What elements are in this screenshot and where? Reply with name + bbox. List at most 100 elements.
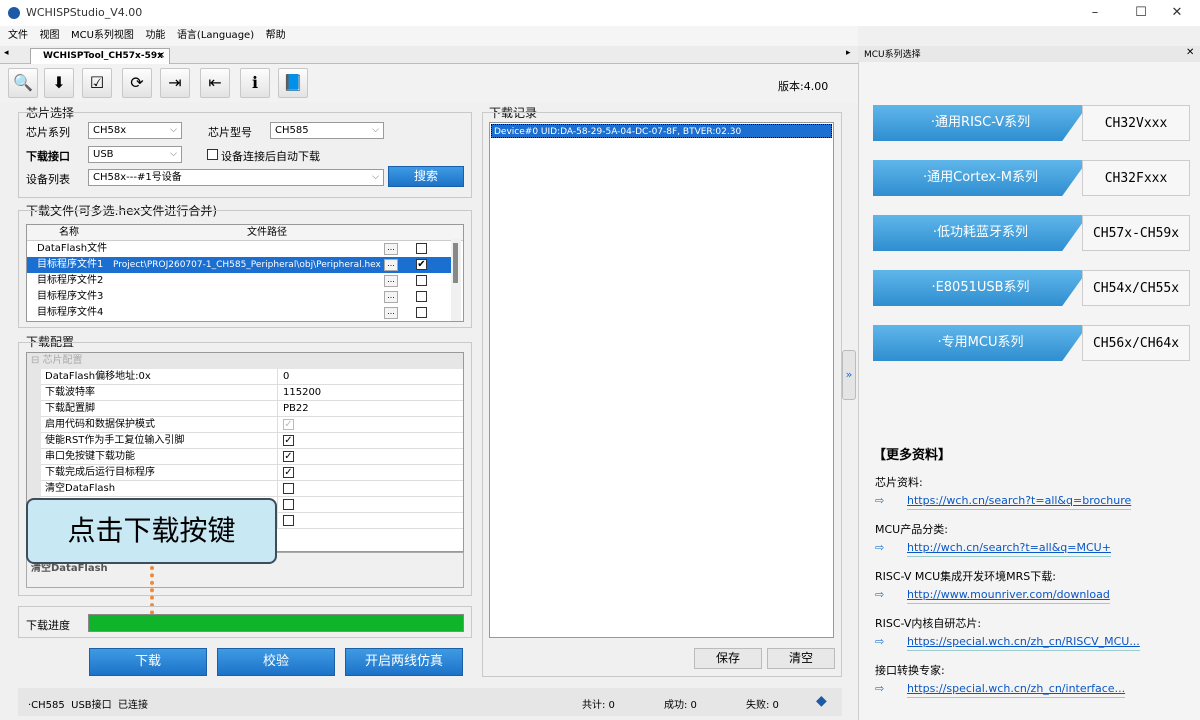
config-row[interactable]: 下载完成后运行目标程序 ✓ (27, 465, 463, 481)
device-list-select[interactable]: CH58x---#1号设备 ⌵ (88, 169, 384, 186)
info-icon[interactable]: ℹ (240, 68, 270, 98)
emulate-button[interactable]: 开启两线仿真 (345, 648, 463, 676)
status-bar: ·CH585 USB接口 已连接 共计: 0 成功: 0 失败: 0 ◆ (18, 688, 842, 716)
config-row[interactable]: 串口免按键下载功能 ✓ (27, 449, 463, 465)
file-checkbox[interactable] (416, 243, 427, 254)
series-tag[interactable]: CH57x-CH59x (1082, 215, 1190, 251)
save-log-button[interactable]: 保存 (694, 648, 762, 669)
browse-button[interactable]: ... (384, 243, 398, 255)
file-checkbox[interactable] (416, 275, 427, 286)
file-row[interactable]: 目标程序文件1 Project\PROJ260707-1_CH585_Periph… (27, 257, 451, 273)
browse-button[interactable]: ... (384, 259, 398, 271)
verify-button[interactable]: 校验 (217, 648, 335, 676)
close-button[interactable]: ✕ (1154, 0, 1200, 26)
config-checkbox[interactable] (283, 483, 294, 494)
config-row[interactable]: DataFlash偏移地址:0x 0 (27, 369, 463, 385)
model-select[interactable]: CH585 ⌵ (270, 122, 384, 139)
search-device-icon[interactable]: 🔍 (8, 68, 38, 98)
files-scrollbar[interactable] (451, 239, 461, 321)
series-tag[interactable]: CH32Fxxx (1082, 160, 1190, 196)
menu-mcu-view[interactable]: MCU系列视图 (71, 30, 134, 41)
menu-language[interactable]: 语言(Language) (177, 30, 254, 41)
series-button[interactable]: ·E8051USB系列 (873, 270, 1088, 306)
resource-link[interactable]: https://special.wch.cn/zh_cn/RISCV_MCU..… (907, 635, 1140, 651)
series-select[interactable]: CH58x ⌵ (88, 122, 182, 139)
resource-link[interactable]: http://wch.cn/search?t=all&q=MCU+ (907, 541, 1111, 557)
menu-help[interactable]: 帮助 (266, 30, 286, 41)
series-button[interactable]: ·通用RISC-V系列 (873, 105, 1088, 141)
resource-link[interactable]: https://wch.cn/search?t=all&q=brochure (907, 494, 1132, 510)
file-checkbox[interactable] (416, 307, 427, 318)
eraser-icon[interactable]: ◆ (816, 693, 827, 709)
status-total: 共计: 0 (582, 700, 615, 711)
log-entry[interactable]: Device#0 UID:DA-58-29-5A-04-DC-07-8F, BT… (491, 124, 832, 138)
interface-select[interactable]: USB ⌵ (88, 146, 182, 163)
config-checkbox[interactable]: ✓ (283, 467, 294, 478)
resource-title: RISC-V MCU集成开发环境MRS下载: (875, 570, 1056, 583)
config-row[interactable]: 清空DataFlash (27, 481, 463, 497)
config-value[interactable]: PB22 (283, 401, 309, 417)
download-button[interactable]: 下载 (89, 648, 207, 676)
download-icon[interactable]: ⬇ (44, 68, 74, 98)
refresh-icon[interactable]: ⟳ (122, 68, 152, 98)
file-row[interactable]: DataFlash文件... (27, 241, 451, 257)
config-checkbox[interactable]: ✓ (283, 451, 294, 462)
chevron-down-icon: ⌵ (372, 125, 379, 135)
config-checkbox[interactable] (283, 515, 294, 526)
export-icon[interactable]: ⇤ (200, 68, 230, 98)
series-tag[interactable]: CH54x/CH55x (1082, 270, 1190, 306)
resource-link[interactable]: https://special.wch.cn/zh_cn/interface..… (907, 682, 1126, 698)
tab-scroll-right-icon[interactable]: ▸ (846, 48, 851, 58)
config-checkbox[interactable]: ✓ (283, 419, 294, 430)
verify-icon[interactable]: ☑ (82, 68, 112, 98)
file-checkbox[interactable]: ✔ (416, 259, 427, 270)
config-row[interactable]: 使能RST作为手工复位输入引脚 ✓ (27, 433, 463, 449)
config-name: 串口免按键下载功能 (45, 451, 135, 462)
menu-view[interactable]: 视图 (40, 30, 60, 41)
tab-wchisptool[interactable]: WCHISPTool_CH57x-59x ✕ (30, 48, 170, 64)
config-checkbox[interactable] (283, 499, 294, 510)
tab-close-icon[interactable]: ✕ (157, 49, 165, 63)
browse-button[interactable]: ... (384, 307, 398, 319)
resource-link[interactable]: http://www.mounriver.com/download (907, 588, 1110, 604)
config-section-label: 芯片配置 (42, 355, 83, 366)
minimize-button[interactable]: – (1072, 0, 1118, 26)
config-value[interactable]: 0 (283, 369, 289, 385)
config-row[interactable]: 启用代码和数据保护模式 ✓ (27, 417, 463, 433)
series-button[interactable]: ·低功耗蓝牙系列 (873, 215, 1088, 251)
auto-download-label: 设备连接后自动下载 (221, 150, 320, 163)
tab-strip: ◂ WCHISPTool_CH57x-59x ✕ ▸ (0, 46, 858, 64)
config-row[interactable]: 下载配置脚 PB22 (27, 401, 463, 417)
config-section[interactable]: ⊟ 芯片配置 (27, 353, 463, 369)
auto-download-checkbox[interactable] (207, 149, 218, 160)
series-tag[interactable]: CH56x/CH64x (1082, 325, 1190, 361)
file-row[interactable]: 目标程序文件3... (27, 289, 451, 305)
arrow-right-icon: ⇨ (875, 494, 885, 507)
book-icon[interactable]: 📘 (278, 68, 308, 98)
file-checkbox[interactable] (416, 291, 427, 302)
menu-function[interactable]: 功能 (145, 30, 165, 41)
resource-title: 接口转换专家: (875, 664, 945, 677)
device-list-value: CH58x---#1号设备 (93, 172, 182, 183)
resource-title: 芯片资料: (875, 476, 923, 489)
browse-button[interactable]: ... (384, 275, 398, 287)
import-icon[interactable]: ⇥ (160, 68, 190, 98)
config-value[interactable]: 115200 (283, 385, 321, 401)
mcu-panel-close-icon[interactable]: ✕ (1186, 47, 1194, 58)
panel-collapse-handle[interactable]: » (842, 350, 856, 400)
config-checkbox[interactable]: ✓ (283, 435, 294, 446)
file-row[interactable]: 目标程序文件4... (27, 305, 451, 321)
clear-log-button[interactable]: 清空 (767, 648, 835, 669)
tab-scroll-left-icon[interactable]: ◂ (4, 48, 9, 58)
search-button[interactable]: 搜索 (388, 166, 464, 187)
file-row[interactable]: 目标程序文件2... (27, 273, 451, 289)
config-name: 使能RST作为手工复位输入引脚 (45, 435, 185, 446)
series-tag[interactable]: CH32Vxxx (1082, 105, 1190, 141)
series-button[interactable]: ·专用MCU系列 (873, 325, 1088, 361)
series-button[interactable]: ·通用Cortex-M系列 (873, 160, 1088, 196)
series-label: 芯片系列 (26, 126, 70, 139)
menu-file[interactable]: 文件 (8, 30, 28, 41)
browse-button[interactable]: ... (384, 291, 398, 303)
file-path[interactable]: Project\PROJ260707-1_CH585_Peripheral\ob… (113, 257, 381, 273)
config-row[interactable]: 下载波特率 115200 (27, 385, 463, 401)
